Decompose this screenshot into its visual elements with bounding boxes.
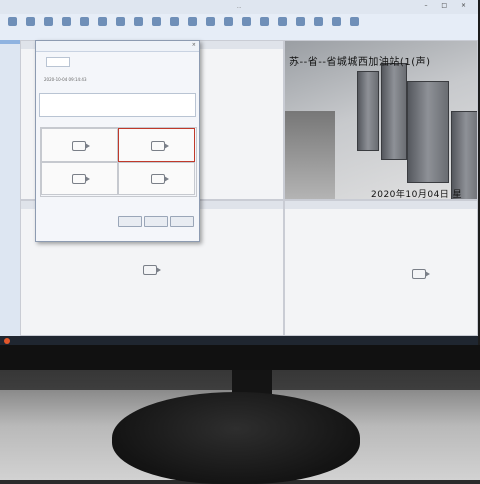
monitor-screen: ... – □ × 苏--省--省城城西加油站(1(声) 2020年10月04日… bbox=[0, 0, 478, 345]
camera-icon bbox=[151, 141, 169, 151]
dialog-info-box bbox=[39, 93, 196, 117]
camera-icon bbox=[72, 174, 90, 184]
dialog-button-1[interactable] bbox=[118, 216, 142, 227]
taskbar bbox=[0, 336, 478, 345]
channel-cell[interactable] bbox=[41, 162, 118, 195]
toolbar-icon bbox=[277, 17, 287, 26]
channel-grid bbox=[40, 127, 197, 197]
toolbar-icon bbox=[79, 17, 89, 26]
toolbar-button[interactable] bbox=[220, 17, 236, 28]
server-cabinet bbox=[381, 63, 407, 160]
dialog-close-icon[interactable]: × bbox=[192, 42, 196, 48]
toolbar-icon bbox=[331, 17, 341, 26]
toolbar-icon bbox=[187, 17, 197, 26]
toolbar-icon bbox=[313, 17, 323, 26]
toolbar-icon bbox=[133, 17, 143, 26]
toolbar-button[interactable] bbox=[112, 17, 128, 28]
dialog-title bbox=[36, 41, 199, 52]
camera-icon bbox=[151, 174, 169, 184]
toolbar-icon bbox=[349, 17, 359, 26]
start-button-icon[interactable] bbox=[4, 338, 10, 344]
toolbar-button[interactable] bbox=[256, 17, 272, 28]
toolbar-icon bbox=[97, 17, 107, 26]
server-cabinet bbox=[407, 81, 449, 183]
toolbar-button[interactable] bbox=[130, 17, 146, 28]
toolbar-button[interactable] bbox=[76, 17, 92, 28]
toolbar-icon bbox=[169, 17, 179, 26]
camera-icon bbox=[412, 269, 430, 279]
monitor-bezel bbox=[0, 345, 480, 370]
toolbar-button[interactable] bbox=[148, 17, 164, 28]
video-pane-2-live[interactable]: 苏--省--省城城西加油站(1(声) 2020年10月04日 星 bbox=[284, 40, 478, 200]
toolbar-icon bbox=[295, 17, 305, 26]
toolbar-icon bbox=[259, 17, 269, 26]
toolbar-button[interactable] bbox=[274, 17, 290, 28]
toolbar-button[interactable] bbox=[310, 17, 326, 28]
toolbar-button[interactable] bbox=[328, 17, 344, 28]
pane-header bbox=[285, 201, 477, 209]
toolbar-icon bbox=[7, 17, 17, 26]
video-pane-4[interactable] bbox=[284, 200, 478, 336]
toolbar-button[interactable] bbox=[346, 17, 362, 28]
camera-icon bbox=[72, 141, 90, 151]
toolbar-icon bbox=[25, 17, 35, 26]
window-controls[interactable]: – □ × bbox=[424, 2, 472, 9]
app-titlebar: ... bbox=[0, 0, 478, 14]
toolbar-button[interactable] bbox=[166, 17, 182, 28]
osd-location-text: 苏--省--省城城西加油站(1(声) bbox=[289, 57, 431, 68]
toolbar-button[interactable] bbox=[184, 17, 200, 28]
toolbar-icon bbox=[241, 17, 251, 26]
main-toolbar bbox=[0, 14, 478, 41]
dialog-button-3[interactable] bbox=[170, 216, 194, 227]
osd-timestamp: 2020年10月04日 星 bbox=[371, 190, 463, 200]
dialog-button-2[interactable] bbox=[144, 216, 168, 227]
toolbar-button[interactable] bbox=[202, 17, 218, 28]
app-title: ... bbox=[236, 4, 242, 10]
toolbar-button[interactable] bbox=[58, 17, 74, 28]
channel-cell[interactable] bbox=[41, 128, 118, 162]
toolbar-button[interactable] bbox=[94, 17, 110, 28]
sidebar-item[interactable] bbox=[0, 60, 20, 64]
redacted-field bbox=[46, 57, 70, 67]
channel-cell-selected[interactable] bbox=[118, 128, 195, 162]
toolbar-button[interactable] bbox=[238, 17, 254, 28]
dialog-row2-value: 2020-10-04 09:14:43 bbox=[44, 77, 87, 82]
toolbar-icon bbox=[61, 17, 71, 26]
wall-corner bbox=[285, 111, 335, 199]
device-tree-sidebar bbox=[0, 40, 21, 336]
toolbar-icon bbox=[115, 17, 125, 26]
toolbar-icon bbox=[223, 17, 233, 26]
monitor-stand-base bbox=[112, 392, 360, 484]
toolbar-icon bbox=[43, 17, 53, 26]
toolbar-button[interactable] bbox=[40, 17, 56, 28]
camera-icon bbox=[143, 265, 161, 275]
toolbar-button[interactable] bbox=[292, 17, 308, 28]
device-dialog: × 2020-10-04 09:14:43 bbox=[35, 40, 200, 242]
toolbar-button[interactable] bbox=[4, 17, 20, 28]
server-cabinet bbox=[357, 71, 379, 151]
toolbar-button[interactable] bbox=[22, 17, 38, 28]
toolbar-icon bbox=[151, 17, 161, 26]
channel-cell[interactable] bbox=[118, 162, 195, 195]
toolbar-icon bbox=[205, 17, 215, 26]
